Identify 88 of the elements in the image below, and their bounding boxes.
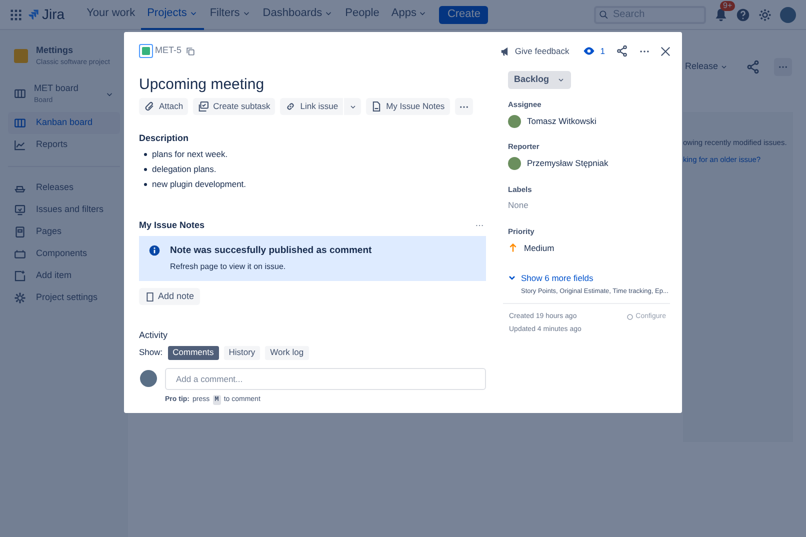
paperclip-icon <box>144 101 155 112</box>
more-button[interactable] <box>454 98 473 115</box>
bullet-icon <box>144 168 147 170</box>
copy-icon[interactable] <box>186 46 195 56</box>
field-value[interactable]: Przemysław Stępniak <box>527 157 608 170</box>
nav-tab[interactable]: People <box>339 0 386 30</box>
notification-bell-icon[interactable] <box>714 8 728 22</box>
project-avatar <box>14 49 28 63</box>
add-note-button[interactable]: Add note <box>139 288 200 305</box>
subtask-icon <box>198 101 210 112</box>
search-icon <box>599 10 608 19</box>
document-icon <box>371 101 382 112</box>
status-dropdown[interactable]: Backlog <box>508 71 572 89</box>
link-icon <box>285 101 296 112</box>
story-type-icon[interactable] <box>139 44 153 58</box>
description-item: new plugin development. <box>152 178 246 190</box>
caret-icon <box>557 76 566 84</box>
release-button[interactable]: Release <box>680 60 732 74</box>
project-name: Mettings <box>36 44 74 57</box>
user-avatar <box>140 370 157 387</box>
sidebar-item[interactable]: Kanban board <box>8 112 120 134</box>
description-item: plans for next week. <box>152 148 228 160</box>
section-heading: My Issue Notes <box>139 218 205 232</box>
nav-tab[interactable]: Filters <box>204 0 257 30</box>
chart-icon <box>14 139 26 151</box>
document-icon <box>145 292 155 302</box>
sidebar-item[interactable]: Issues and filters <box>8 199 120 221</box>
activity-filter-tab[interactable]: Comments <box>168 346 219 360</box>
banner-title: Note was succesfully published as comment <box>170 245 372 256</box>
field-value: None <box>508 199 528 212</box>
board-icon <box>14 117 26 129</box>
activity-filter-tab[interactable]: History <box>224 346 260 360</box>
field-value[interactable]: Medium <box>524 242 554 254</box>
issue-key-link[interactable]: MET-5 <box>155 44 182 58</box>
board-icon <box>14 88 26 100</box>
notification-badge: 9+ <box>720 0 736 10</box>
action-button[interactable]: Attach <box>139 98 188 115</box>
action-button[interactable]: My Issue Notes <box>366 98 450 115</box>
description-item: delegation plans. <box>152 164 216 174</box>
sidebar-item[interactable]: Project settings <box>8 287 120 309</box>
action-button[interactable]: Link issue <box>280 98 344 115</box>
close-icon[interactable] <box>660 46 671 56</box>
app-grid-icon <box>10 8 22 20</box>
show-label: Show: <box>139 346 163 359</box>
nav-tab[interactable]: Dashboards <box>256 0 340 30</box>
watchers-button[interactable]: 1 <box>583 44 605 58</box>
eye-icon <box>583 45 596 57</box>
caret-icon <box>720 63 728 71</box>
user-avatar <box>508 157 521 170</box>
user-avatar <box>508 114 521 128</box>
jira-icon <box>28 9 39 20</box>
banner-message: Refresh page to view it on issue. <box>170 262 287 272</box>
chevron-down-icon <box>508 274 516 282</box>
info-icon <box>149 245 160 256</box>
user-avatar[interactable] <box>780 6 796 22</box>
sidebar-item[interactable]: Releases <box>8 177 120 199</box>
issue-title: Upcoming meeting <box>139 76 266 94</box>
sidebar-item[interactable]: Components <box>8 243 120 265</box>
section-heading: Description <box>139 132 190 145</box>
caret-icon <box>348 102 357 110</box>
sidebar-item[interactable]: Pages <box>8 221 120 243</box>
settings-icon[interactable] <box>758 8 772 22</box>
show-more-fields-link[interactable]: Show 6 more fields <box>508 272 670 285</box>
monitor-icon <box>14 204 26 216</box>
field-value[interactable]: Tomasz Witkowski <box>527 114 596 128</box>
create-button[interactable]: Create <box>439 6 488 24</box>
action-button[interactable]: Create subtask <box>193 98 276 115</box>
help-icon[interactable] <box>736 8 750 22</box>
comment-field[interactable]: Add a comment... <box>165 368 486 390</box>
bullet-icon <box>144 182 147 186</box>
settings-icon <box>626 312 634 321</box>
jira-logo[interactable]: Jira <box>28 4 65 25</box>
settings-icon <box>14 292 26 304</box>
bullet-icon <box>144 152 147 156</box>
sidebar-item[interactable]: Add item <box>8 265 120 287</box>
activity-filter-tab[interactable]: Work log <box>265 346 309 360</box>
feedback-button[interactable]: Give feedback <box>500 44 570 58</box>
page-icon <box>14 226 26 238</box>
share-icon[interactable] <box>746 60 760 74</box>
nav-tab[interactable]: Your work <box>80 0 142 30</box>
nav-tab[interactable]: Projects <box>141 0 204 30</box>
calendar-icon <box>14 248 26 260</box>
nav-tab[interactable]: Apps <box>385 0 434 30</box>
add-item-icon <box>14 270 26 282</box>
section-heading: Activity <box>139 329 169 342</box>
sidebar-item[interactable]: Reports <box>8 134 120 156</box>
arrow-up-icon <box>508 243 518 253</box>
share-icon[interactable] <box>616 45 628 57</box>
